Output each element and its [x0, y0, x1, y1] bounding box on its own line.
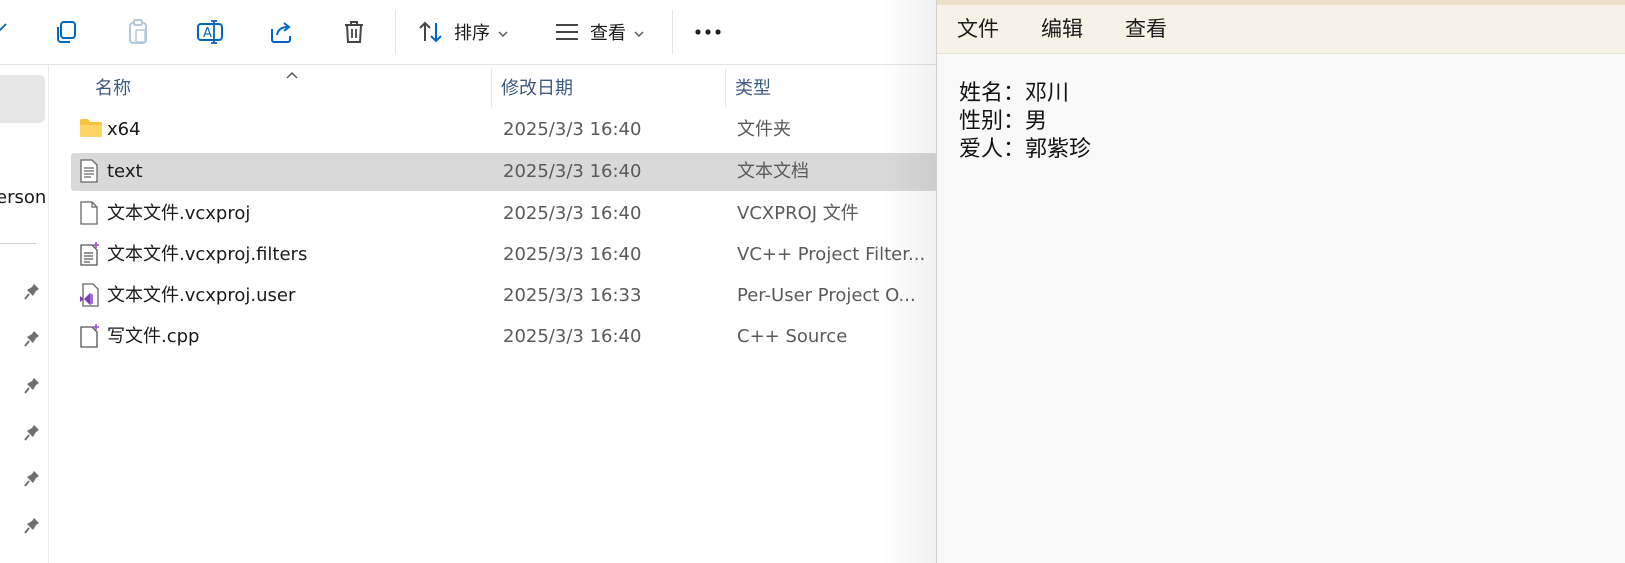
file-row[interactable]: 文本文件.vcxproj 2025/3/3 16:40 VCXPROJ 文件 — [71, 195, 937, 233]
delete-button[interactable] — [336, 12, 372, 52]
text-line: 性别：男 — [959, 109, 1048, 134]
pin-icon — [24, 470, 40, 488]
nav-item-selected[interactable] — [0, 75, 45, 123]
filters-file-icon — [79, 242, 103, 268]
blank-file-icon — [79, 201, 103, 227]
file-date: 2025/3/3 16:40 — [503, 326, 642, 347]
view-label: 查看 — [590, 23, 626, 44]
file-name: x64 — [107, 119, 141, 140]
toolbar-separator — [672, 10, 673, 54]
paste-button[interactable] — [120, 12, 156, 52]
menu-view[interactable]: 查看 — [1125, 5, 1167, 53]
menu-file[interactable]: 文件 — [957, 5, 999, 53]
sort-ascending-icon — [285, 65, 299, 84]
file-date: 2025/3/3 16:33 — [503, 285, 642, 306]
file-date: 2025/3/3 16:40 — [503, 244, 642, 265]
navigation-pane: erson — [0, 65, 49, 563]
rename-icon: A — [196, 18, 224, 46]
copy-button[interactable] — [48, 12, 84, 52]
file-row[interactable]: 文本文件.vcxproj.filters 2025/3/3 16:40 VC++… — [71, 236, 937, 274]
column-header-name[interactable]: 名称 — [95, 65, 131, 109]
file-name: 文本文件.vcxproj — [107, 203, 251, 224]
sort-button[interactable]: 排序 — [418, 12, 508, 52]
text-line: 姓名：邓川 — [959, 81, 1070, 106]
sort-label: 排序 — [454, 23, 490, 44]
file-date: 2025/3/3 16:40 — [503, 161, 642, 182]
column-header-type[interactable]: 类型 — [735, 65, 771, 109]
toolbar-separator — [395, 10, 396, 54]
file-name: text — [107, 161, 143, 182]
svg-text:A: A — [203, 26, 212, 41]
more-options-button[interactable] — [690, 12, 726, 52]
nav-item-label[interactable]: erson — [0, 187, 46, 208]
column-header-date[interactable]: 修改日期 — [501, 65, 573, 109]
cut-button[interactable] — [0, 12, 14, 52]
pin-icon — [24, 330, 40, 348]
file-list: 名称 修改日期 类型 x64 2025/3/3 16:40 文件夹 text 2… — [49, 65, 938, 563]
delete-icon — [342, 19, 366, 45]
pin-icon — [24, 377, 40, 395]
column-separator[interactable] — [491, 69, 492, 107]
explorer-toolbar: A 排序 查看 — [0, 0, 938, 65]
rename-button[interactable]: A — [192, 12, 228, 52]
cpp-file-icon — [79, 324, 103, 350]
view-button[interactable]: 查看 — [554, 12, 644, 52]
file-name: 文本文件.vcxproj.user — [107, 285, 296, 306]
menu-edit[interactable]: 编辑 — [1041, 5, 1083, 53]
file-name: 文本文件.vcxproj.filters — [107, 244, 308, 265]
notepad-menubar: 文件 编辑 查看 — [937, 5, 1625, 54]
visual-studio-file-icon — [79, 283, 103, 309]
pin-icon — [24, 283, 40, 301]
file-row-selected[interactable]: text 2025/3/3 16:40 文本文档 — [71, 153, 937, 191]
chevron-down-icon — [634, 23, 644, 42]
file-row[interactable]: 文本文件.vcxproj.user 2025/3/3 16:33 Per-Use… — [71, 277, 937, 315]
sort-icon — [418, 20, 444, 44]
file-row[interactable]: 写文件.cpp 2025/3/3 16:40 C++ Source — [71, 318, 937, 356]
file-date: 2025/3/3 16:40 — [503, 119, 642, 140]
cut-icon — [0, 20, 12, 44]
notepad-text-area[interactable]: 姓名：邓川 性别：男 爱人：郭紫珍 — [959, 80, 1091, 164]
paste-icon — [125, 18, 151, 46]
pin-icon — [24, 517, 40, 535]
folder-icon — [79, 117, 103, 143]
text-document-icon — [79, 159, 103, 185]
more-icon — [694, 28, 722, 36]
notepad-window: 文件 编辑 查看 姓名：邓川 性别：男 爱人：郭紫珍 — [936, 0, 1625, 563]
window-shadow — [880, 0, 940, 563]
file-date: 2025/3/3 16:40 — [503, 203, 642, 224]
file-row[interactable]: x64 2025/3/3 16:40 文件夹 — [71, 111, 937, 149]
chevron-down-icon — [498, 23, 508, 42]
nav-divider — [0, 243, 36, 244]
file-name: 写文件.cpp — [107, 326, 200, 347]
column-separator[interactable] — [725, 69, 726, 107]
share-button[interactable] — [263, 12, 299, 52]
view-icon — [554, 22, 580, 42]
pin-icon — [24, 424, 40, 442]
copy-icon — [53, 19, 79, 45]
text-line: 爱人：郭紫珍 — [959, 137, 1092, 162]
share-icon — [268, 19, 294, 45]
